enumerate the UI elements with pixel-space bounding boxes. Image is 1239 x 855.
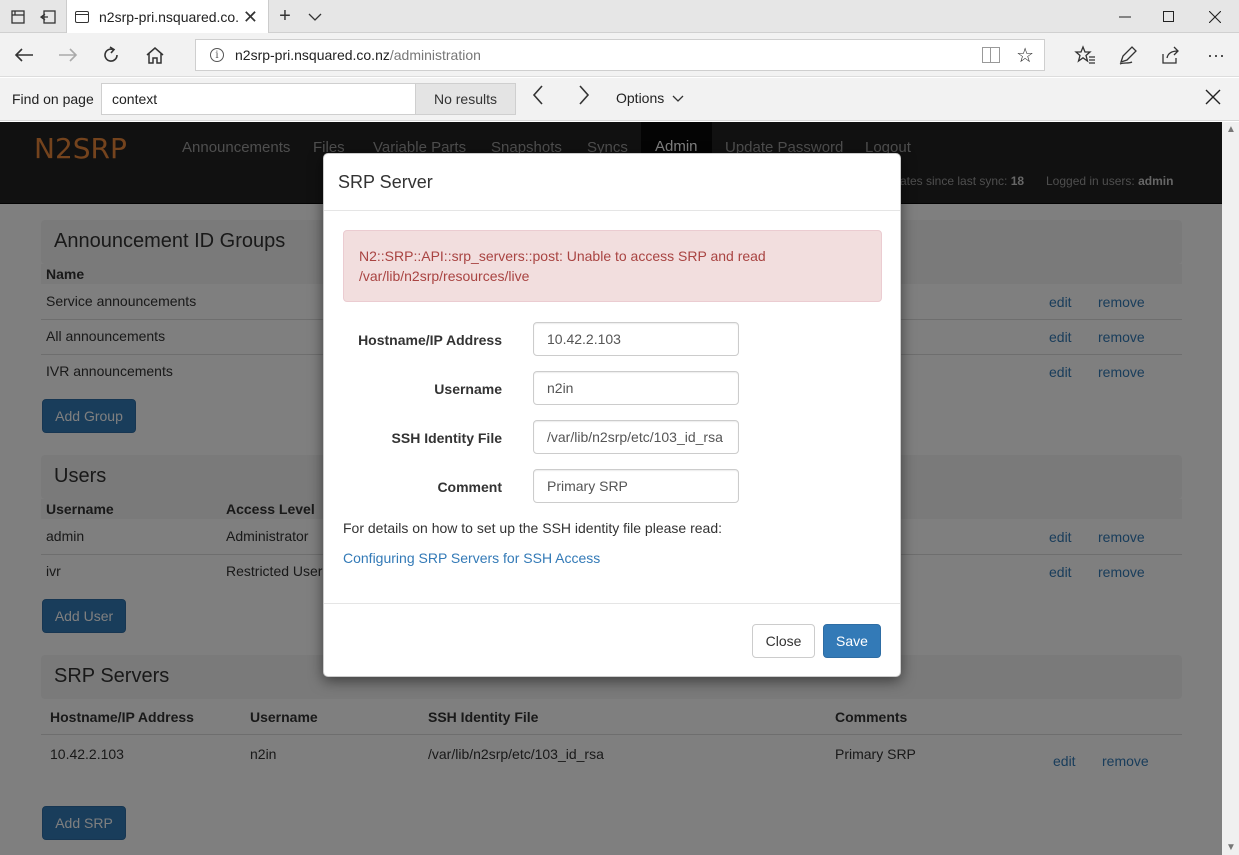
home-icon[interactable] [133, 33, 177, 77]
find-previous-icon[interactable] [532, 84, 544, 112]
scroll-down-icon[interactable]: ▼ [1226, 842, 1236, 853]
error-message-line: N2::SRP::API::srp_servers::post: Unable … [359, 248, 766, 264]
page-favicon-icon [75, 10, 89, 23]
identity-file-label: SSH Identity File [391, 430, 502, 446]
comment-label: Comment [437, 479, 502, 495]
scroll-up-icon[interactable]: ▲ [1226, 124, 1236, 135]
tab-list-chevron-icon[interactable] [304, 0, 326, 33]
close-button[interactable]: Close [752, 624, 815, 658]
active-tab[interactable]: n2srp-pri.nsquared.co.n ✕ [66, 0, 269, 33]
modal-header-divider [324, 210, 900, 211]
browser-tab-bar: n2srp-pri.nsquared.co.n ✕ + [0, 0, 1239, 33]
hostname-input[interactable] [533, 322, 739, 356]
error-message-line: /var/lib/n2srp/resources/live [359, 268, 530, 284]
username-input[interactable] [533, 371, 739, 405]
refresh-icon[interactable] [89, 33, 133, 77]
comment-input[interactable] [533, 469, 739, 503]
find-label: Find on page [12, 91, 94, 107]
help-text: For details on how to set up the SSH ide… [343, 520, 722, 536]
chevron-down-icon [672, 95, 684, 102]
close-window-icon[interactable] [1192, 0, 1238, 33]
maximize-icon[interactable] [1146, 0, 1192, 33]
browser-toolbar: i n2srp-pri.nsquared.co.nz/administratio… [0, 33, 1239, 77]
new-tab-icon[interactable]: + [274, 0, 296, 33]
set-aside-tabs-icon[interactable] [36, 0, 60, 33]
find-options-label: Options [616, 90, 665, 106]
find-options-dropdown[interactable]: Options [616, 90, 684, 106]
site-info-icon[interactable]: i [210, 48, 224, 62]
address-bar[interactable]: i n2srp-pri.nsquared.co.nz/administratio… [195, 39, 1045, 71]
more-options-icon[interactable]: ··· [1194, 33, 1238, 77]
reading-view-icon[interactable] [982, 47, 1000, 63]
tab-title: n2srp-pri.nsquared.co.n [99, 8, 239, 25]
find-results-count: No results [416, 83, 516, 115]
username-label: Username [434, 381, 502, 397]
close-find-icon[interactable] [1205, 84, 1221, 112]
save-button[interactable]: Save [823, 624, 881, 658]
ssh-access-help-link[interactable]: Configuring SRP Servers for SSH Access [343, 550, 600, 566]
web-note-pen-icon[interactable] [1106, 33, 1150, 77]
favorites-hub-icon[interactable] [1063, 33, 1107, 77]
forward-arrow-icon[interactable] [46, 33, 90, 77]
find-on-page-bar: Find on page No results Options [0, 78, 1239, 121]
modal-footer-divider [324, 603, 900, 604]
tab-actions-icon[interactable] [8, 0, 28, 33]
identity-file-input[interactable] [533, 420, 739, 454]
srp-server-modal: SRP Server N2::SRP::API::srp_servers::po… [323, 153, 901, 677]
hostname-label: Hostname/IP Address [358, 332, 502, 348]
minimize-icon[interactable] [1102, 0, 1148, 33]
modal-title: SRP Server [338, 172, 433, 192]
close-tab-icon[interactable]: ✕ [243, 7, 258, 28]
error-alert: N2::SRP::API::srp_servers::post: Unable … [343, 230, 882, 302]
find-input[interactable] [101, 83, 416, 115]
favorite-star-icon[interactable]: ☆ [1016, 43, 1034, 68]
back-arrow-icon[interactable] [2, 33, 46, 77]
page-scrollbar[interactable]: ▲ ▼ [1222, 122, 1239, 855]
address-host: n2srp-pri.nsquared.co.nz [235, 47, 390, 63]
address-path: /administration [389, 47, 481, 63]
find-next-icon[interactable] [578, 84, 590, 112]
share-icon[interactable] [1149, 33, 1193, 77]
